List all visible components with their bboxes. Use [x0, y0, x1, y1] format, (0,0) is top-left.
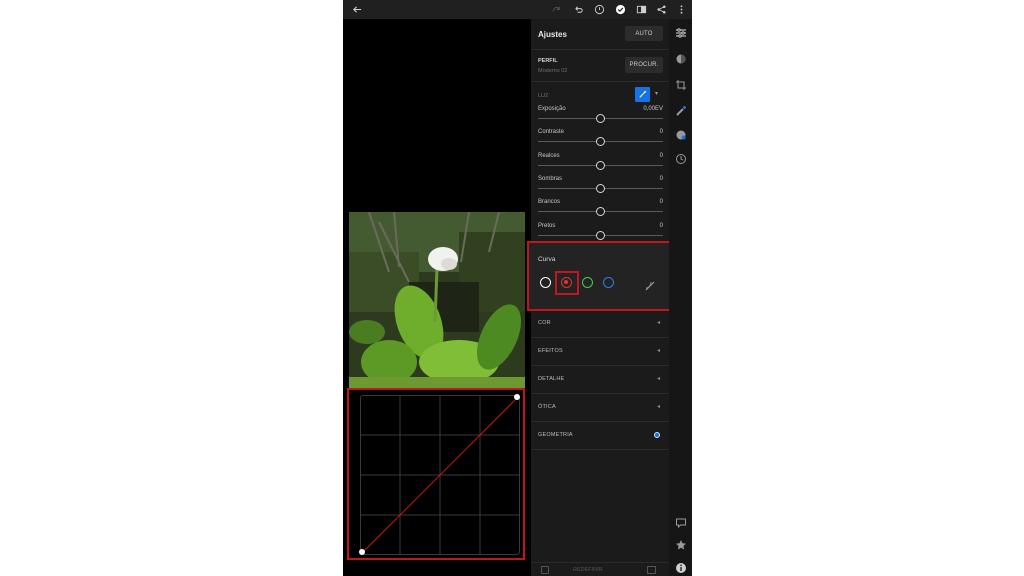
browse-profile-button[interactable]: PROCUR.: [625, 57, 663, 73]
expand-arrow-icon: ◂: [656, 404, 660, 410]
top-toolbar: [343, 0, 692, 19]
slider-label: Realces: [538, 152, 560, 159]
slider-knob[interactable]: [596, 207, 605, 217]
copy-settings-icon[interactable]: [541, 566, 549, 574]
slider-label: Pretos: [538, 222, 556, 229]
profile-value: Moderno 02: [538, 68, 568, 74]
share-icon[interactable]: [653, 1, 670, 18]
section-row[interactable]: COR ◂: [531, 310, 669, 338]
panel-header: Ajustes AUTO: [531, 19, 669, 50]
expand-arrow-icon: ◂: [656, 348, 660, 354]
section-label: ÓTICA: [538, 404, 556, 410]
lightroom-app: Ajustes AUTO PERFIL Moderno 02 PROCUR. L…: [343, 0, 692, 576]
curve-title: Curva: [538, 256, 556, 263]
slider-3: Sombras 0: [531, 176, 669, 199]
undo-icon[interactable]: [570, 1, 587, 18]
slider-knob[interactable]: [596, 137, 605, 147]
channel-blue-icon[interactable]: [603, 277, 614, 288]
slider-label: Sombras: [538, 175, 563, 182]
section-label: GEOMETRIA: [538, 432, 573, 438]
back-arrow-icon[interactable]: [349, 1, 366, 18]
channel-white-icon[interactable]: [540, 277, 551, 288]
section-label: EFEITOS: [538, 348, 563, 354]
slider-value[interactable]: 0: [660, 223, 663, 229]
section-row[interactable]: DETALHE ◂: [531, 366, 669, 394]
slider-label: Contraste: [538, 129, 565, 136]
slider-1: Contraste 0: [531, 129, 669, 152]
auto-button[interactable]: AUTO: [625, 26, 663, 41]
expand-arrow-icon: ◂: [656, 376, 660, 382]
slider-value[interactable]: 0,00EV: [643, 106, 663, 112]
redo-icon[interactable]: [548, 1, 565, 18]
expand-arrow-icon: ◂: [656, 320, 660, 326]
curve-section: Curva: [527, 241, 674, 311]
slider-4: Brancos 0: [531, 199, 669, 222]
light-collapse-icon[interactable]: ▾: [655, 90, 658, 97]
curve-point-black[interactable]: [359, 549, 365, 555]
slider-knob[interactable]: [596, 114, 605, 123]
light-section-label[interactable]: LUZ: [538, 93, 548, 99]
slider-value[interactable]: 0: [660, 199, 663, 205]
slider-value[interactable]: 0: [660, 129, 663, 135]
help-icon[interactable]: [591, 1, 608, 18]
tone-curve-graph[interactable]: [359, 394, 520, 555]
channel-red-icon[interactable]: [561, 277, 572, 288]
photo-preview: [349, 212, 525, 388]
slider-knob[interactable]: [596, 160, 605, 170]
crop-icon[interactable]: [673, 77, 688, 92]
section-label: COR: [538, 320, 551, 326]
channel-green-icon[interactable]: [582, 277, 593, 288]
point-curve-mode-icon[interactable]: [645, 278, 655, 291]
slider-knob[interactable]: [596, 230, 605, 240]
panel-bottom-bar: REDEFINIR: [531, 562, 669, 576]
history-icon[interactable]: [673, 151, 688, 166]
adjustments-panel: Ajustes AUTO PERFIL Moderno 02 PROCUR. L…: [527, 19, 674, 576]
slider-2: Realces 0: [531, 153, 669, 176]
tone-curve-highlight-frame: [347, 388, 525, 560]
photo-canvas: [343, 19, 531, 576]
masking-icon[interactable]: [673, 127, 688, 142]
slider-value[interactable]: 0: [660, 176, 663, 182]
section-row[interactable]: ÓTICA ◂: [531, 394, 669, 422]
checkmark-icon[interactable]: [612, 1, 629, 18]
healing-brush-icon[interactable]: [673, 103, 688, 118]
slider-value[interactable]: 0: [660, 153, 663, 159]
info-icon[interactable]: [673, 560, 688, 575]
slider-label: Exposição: [538, 106, 566, 112]
reset-button[interactable]: REDEFINIR: [573, 567, 603, 573]
curve-point-white[interactable]: [514, 394, 520, 400]
presets-icon[interactable]: [673, 51, 688, 66]
slider-label: Brancos: [538, 199, 561, 206]
auto-light-icon[interactable]: [635, 87, 650, 102]
compare-icon[interactable]: [633, 1, 650, 18]
section-row[interactable]: GEOMETRIA: [531, 422, 669, 450]
more-icon[interactable]: [673, 1, 690, 18]
presets-icon[interactable]: [647, 566, 656, 574]
comment-icon[interactable]: [673, 515, 688, 530]
right-tool-strip: [669, 19, 692, 576]
slider-knob[interactable]: [596, 183, 605, 193]
section-row[interactable]: EFEITOS ◂: [531, 338, 669, 366]
section-label: DETALHE: [538, 376, 565, 382]
adjust-sliders-icon[interactable]: [673, 25, 688, 40]
panel-title: Ajustes: [538, 30, 567, 39]
star-rating-icon[interactable]: [673, 537, 688, 552]
profile-label: PERFIL: [538, 58, 558, 64]
profile-section: PERFIL Moderno 02 PROCUR.: [531, 50, 669, 82]
slider-0: Exposição 0,00EV: [531, 106, 669, 129]
geometry-indicator-icon: [654, 432, 660, 438]
